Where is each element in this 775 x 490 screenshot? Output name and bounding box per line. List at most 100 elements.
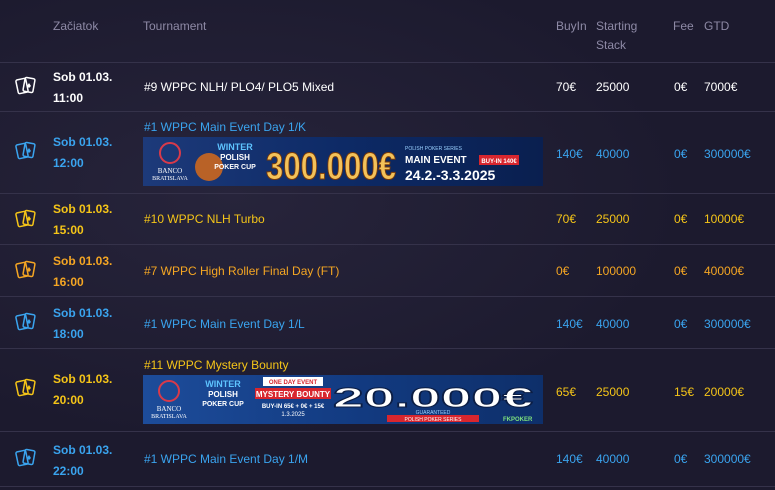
playing-cards-icon xyxy=(15,312,36,331)
fee-value: 0€ xyxy=(674,452,688,466)
svg-text:BRATISLAVA: BRATISLAVA xyxy=(152,176,188,182)
svg-text:20.000€: 20.000€ xyxy=(333,382,534,413)
fee-value: 15€ xyxy=(674,385,695,399)
header-starting-stack: Starting Stack xyxy=(596,17,637,55)
svg-text:POKER CUP: POKER CUP xyxy=(214,164,256,171)
playing-cards-icon xyxy=(15,76,36,95)
table-row[interactable]: Sob 01.03. 16:00 #7 WPPC High Roller Fin… xyxy=(0,244,775,297)
main-event-banner[interactable]: BANCO BRATISLAVA WINTER POLISH POKER CUP… xyxy=(143,137,543,186)
svg-text:24.2.-3.3.2025: 24.2.-3.3.2025 xyxy=(405,167,496,183)
svg-text:POKER CUP: POKER CUP xyxy=(202,401,244,408)
starting-stack-value: 40000 xyxy=(596,147,630,161)
tournament-title[interactable]: #11 WPPC Mystery Bounty xyxy=(144,358,289,372)
buyin-value: 140€ xyxy=(556,452,583,466)
table-header: Začiatok Tournament BuyIn Starting Stack… xyxy=(0,0,775,62)
tournament-title[interactable]: #7 WPPC High Roller Final Day (FT) xyxy=(144,264,339,278)
header-starting-line2: Stack xyxy=(596,38,627,52)
table-row[interactable]: Sob 01.03. 18:00 #1 WPPC Main Event Day … xyxy=(0,296,775,349)
row-date: Sob 01.03. 12:00 xyxy=(53,132,112,174)
fee-value: 0€ xyxy=(674,80,688,94)
svg-text:300.000€: 300.000€ xyxy=(266,146,396,186)
starting-stack-value: 100000 xyxy=(596,264,637,278)
tournament-title[interactable]: #10 WPPC NLH Turbo xyxy=(144,212,265,226)
playing-cards-icon xyxy=(15,141,36,160)
svg-text:ONE DAY EVENT: ONE DAY EVENT xyxy=(269,380,318,386)
fee-value: 0€ xyxy=(674,212,688,226)
svg-text:1.3.2025: 1.3.2025 xyxy=(281,412,305,418)
table-row[interactable]: Sob 01.03. 20:00 #11 WPPC Mystery Bounty… xyxy=(0,348,775,432)
fee-value: 0€ xyxy=(674,147,688,161)
gtd-value: 300000€ xyxy=(704,317,751,331)
header-buyin: BuyIn xyxy=(556,19,587,33)
tournament-title[interactable]: #1 WPPC Main Event Day 1/M xyxy=(144,452,308,466)
svg-text:WINTER: WINTER xyxy=(205,379,241,389)
starting-stack-value: 25000 xyxy=(596,385,630,399)
time-text: 22:00 xyxy=(53,464,84,478)
time-text: 18:00 xyxy=(53,327,84,341)
date-text: Sob 01.03. xyxy=(53,254,113,268)
header-start: Začiatok xyxy=(53,19,99,33)
buyin-value: 70€ xyxy=(556,80,577,94)
svg-text:POLISH POKER SERIES: POLISH POKER SERIES xyxy=(405,146,463,152)
svg-text:POLISH: POLISH xyxy=(208,390,238,399)
starting-stack-value: 40000 xyxy=(596,317,630,331)
svg-text:POLISH POKER SERIES: POLISH POKER SERIES xyxy=(405,417,463,423)
tournament-title[interactable]: #9 WPPC NLH/ PLO4/ PLO5 Mixed xyxy=(144,80,334,94)
buyin-value: 140€ xyxy=(556,317,583,331)
date-text: Sob 01.03. xyxy=(53,70,113,84)
time-text: 16:00 xyxy=(53,275,84,289)
gtd-value: 300000€ xyxy=(704,147,751,161)
table-row[interactable]: Sob 01.03. 11:00 #9 WPPC NLH/ PLO4/ PLO5… xyxy=(0,62,775,112)
playing-cards-icon xyxy=(15,260,36,279)
starting-stack-value: 40000 xyxy=(596,452,630,466)
date-text: Sob 01.03. xyxy=(53,372,113,386)
table-row[interactable]: Sob 01.03. 12:00 #1 WPPC Main Event Day … xyxy=(0,111,775,194)
svg-text:FKPOKER: FKPOKER xyxy=(503,417,533,423)
starting-stack-value: 25000 xyxy=(596,212,630,226)
svg-text:BANCO: BANCO xyxy=(157,405,182,413)
row-date: Sob 01.03. 16:00 xyxy=(53,251,112,293)
table-row[interactable]: Sob 01.03. 22:00 #1 WPPC Main Event Day … xyxy=(0,431,775,487)
svg-text:MAIN EVENT: MAIN EVENT xyxy=(405,155,467,166)
svg-text:BRATISLAVA: BRATISLAVA xyxy=(151,414,187,420)
table-row[interactable]: Sob 01.03. 15:00 #10 WPPC NLH Turbo 70€ … xyxy=(0,193,775,245)
gtd-value: 10000€ xyxy=(704,212,745,226)
row-date: Sob 01.03. 15:00 xyxy=(53,199,112,241)
svg-text:BANCO: BANCO xyxy=(158,167,183,175)
time-text: 11:00 xyxy=(53,91,84,105)
gtd-value: 20000€ xyxy=(704,385,745,399)
playing-cards-icon xyxy=(15,448,36,467)
gtd-value: 300000€ xyxy=(704,452,751,466)
time-text: 20:00 xyxy=(53,393,84,407)
starting-stack-value: 25000 xyxy=(596,80,630,94)
playing-cards-icon xyxy=(15,378,36,397)
playing-cards-icon xyxy=(15,209,36,228)
date-text: Sob 01.03. xyxy=(53,202,113,216)
gtd-value: 7000€ xyxy=(704,80,738,94)
time-text: 15:00 xyxy=(53,223,84,237)
tournament-title[interactable]: #1 WPPC Main Event Day 1/K xyxy=(144,120,306,134)
date-text: Sob 01.03. xyxy=(53,443,113,457)
svg-text:BUY-IN 140€: BUY-IN 140€ xyxy=(481,159,517,165)
buyin-value: 70€ xyxy=(556,212,577,226)
header-starting-line1: Starting xyxy=(596,19,638,33)
fee-value: 0€ xyxy=(674,264,688,278)
svg-text:BUY-IN 65€ + 0€ + 15€: BUY-IN 65€ + 0€ + 15€ xyxy=(262,404,325,410)
row-date: Sob 01.03. 11:00 xyxy=(53,67,112,109)
date-text: Sob 01.03. xyxy=(53,306,113,320)
header-gtd: GTD xyxy=(704,19,730,33)
gtd-value: 40000€ xyxy=(704,264,745,278)
buyin-value: 140€ xyxy=(556,147,583,161)
header-fee: Fee xyxy=(673,19,694,33)
fee-value: 0€ xyxy=(674,317,688,331)
mystery-bounty-banner[interactable]: BANCO BRATISLAVA WINTER POLISH POKER CUP… xyxy=(143,375,543,424)
row-date: Sob 01.03. 20:00 xyxy=(53,369,112,411)
row-date: Sob 01.03. 18:00 xyxy=(53,303,112,345)
date-text: Sob 01.03. xyxy=(53,135,113,149)
svg-text:MYSTERY BOUNTY: MYSTERY BOUNTY xyxy=(256,390,331,399)
buyin-value: 0€ xyxy=(556,264,570,278)
time-text: 12:00 xyxy=(53,156,84,170)
tournament-title[interactable]: #1 WPPC Main Event Day 1/L xyxy=(144,317,305,331)
svg-text:WINTER: WINTER xyxy=(217,142,253,152)
header-tournament: Tournament xyxy=(143,19,207,33)
